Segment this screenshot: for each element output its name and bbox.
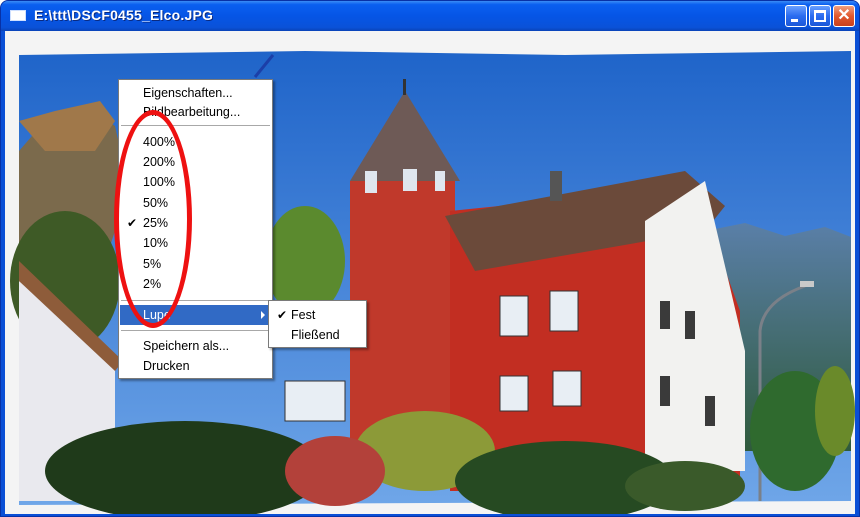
menu-item-label: Bildbearbeitung... xyxy=(143,105,241,119)
menu-item-label: 200% xyxy=(143,155,175,169)
menu-item-label: Drucken xyxy=(143,359,190,373)
menu-separator xyxy=(121,125,270,126)
menu-item-label: 100% xyxy=(143,175,175,189)
menu-item-label: 50% xyxy=(143,196,169,210)
minimize-button[interactable] xyxy=(785,5,807,27)
menu-item-print[interactable]: Drucken xyxy=(120,356,271,376)
menu-item-zoom-25[interactable]: ✔ 25% xyxy=(120,213,271,233)
close-button[interactable]: ✕ xyxy=(833,5,855,27)
title-bar[interactable]: E:\ttt\DSCF0455_Elco.JPG ✕ xyxy=(1,1,859,31)
submenu-item-fixed[interactable]: ✔ Fest xyxy=(270,305,365,325)
menu-item-label: Eigenschaften... xyxy=(143,86,233,100)
context-menu: Eigenschaften... Bildbearbeitung... 400%… xyxy=(118,79,273,379)
menu-item-properties[interactable]: Eigenschaften... xyxy=(120,83,271,103)
menu-item-image-editing[interactable]: Bildbearbeitung... xyxy=(120,102,271,122)
submenu-item-label: Fest xyxy=(291,308,316,322)
menu-item-zoom-100[interactable]: 100% xyxy=(120,172,271,192)
menu-item-zoom-10[interactable]: 10% xyxy=(120,233,271,253)
window-title: E:\ttt\DSCF0455_Elco.JPG xyxy=(34,7,214,23)
menu-item-zoom-400[interactable]: 400% xyxy=(120,132,271,152)
submenu-item-label: Fließend xyxy=(291,328,340,342)
submenu-item-floating[interactable]: Fließend xyxy=(270,325,365,345)
menu-item-label: 2% xyxy=(143,277,162,291)
submenu-arrow-icon xyxy=(261,311,265,319)
menu-separator xyxy=(121,300,270,301)
menu-item-label: Lupe xyxy=(143,308,171,322)
maximize-icon xyxy=(814,10,826,22)
menu-item-label: 5% xyxy=(143,257,162,271)
menu-item-label: 400% xyxy=(143,135,175,149)
magnifier-submenu: ✔ Fest Fließend xyxy=(268,300,367,348)
window-icon[interactable] xyxy=(10,10,26,21)
menu-separator xyxy=(121,330,270,331)
menu-item-zoom-2[interactable]: 2% xyxy=(120,274,271,294)
menu-item-label: 25% xyxy=(143,216,169,230)
menu-item-label: 10% xyxy=(143,236,169,250)
menu-item-label: Speichern als... xyxy=(143,339,230,353)
menu-item-zoom-50[interactable]: 50% xyxy=(120,193,271,213)
menu-item-zoom-200[interactable]: 200% xyxy=(120,152,271,172)
menu-item-magnifier[interactable]: Lupe xyxy=(120,305,271,325)
checkmark-icon: ✔ xyxy=(277,308,288,322)
checkmark-icon: ✔ xyxy=(127,216,138,230)
close-icon: ✕ xyxy=(837,7,851,24)
menu-item-save-as[interactable]: Speichern als... xyxy=(120,336,271,356)
minimize-icon xyxy=(791,19,798,22)
maximize-button[interactable] xyxy=(809,5,831,27)
menu-item-zoom-5[interactable]: 5% xyxy=(120,254,271,274)
